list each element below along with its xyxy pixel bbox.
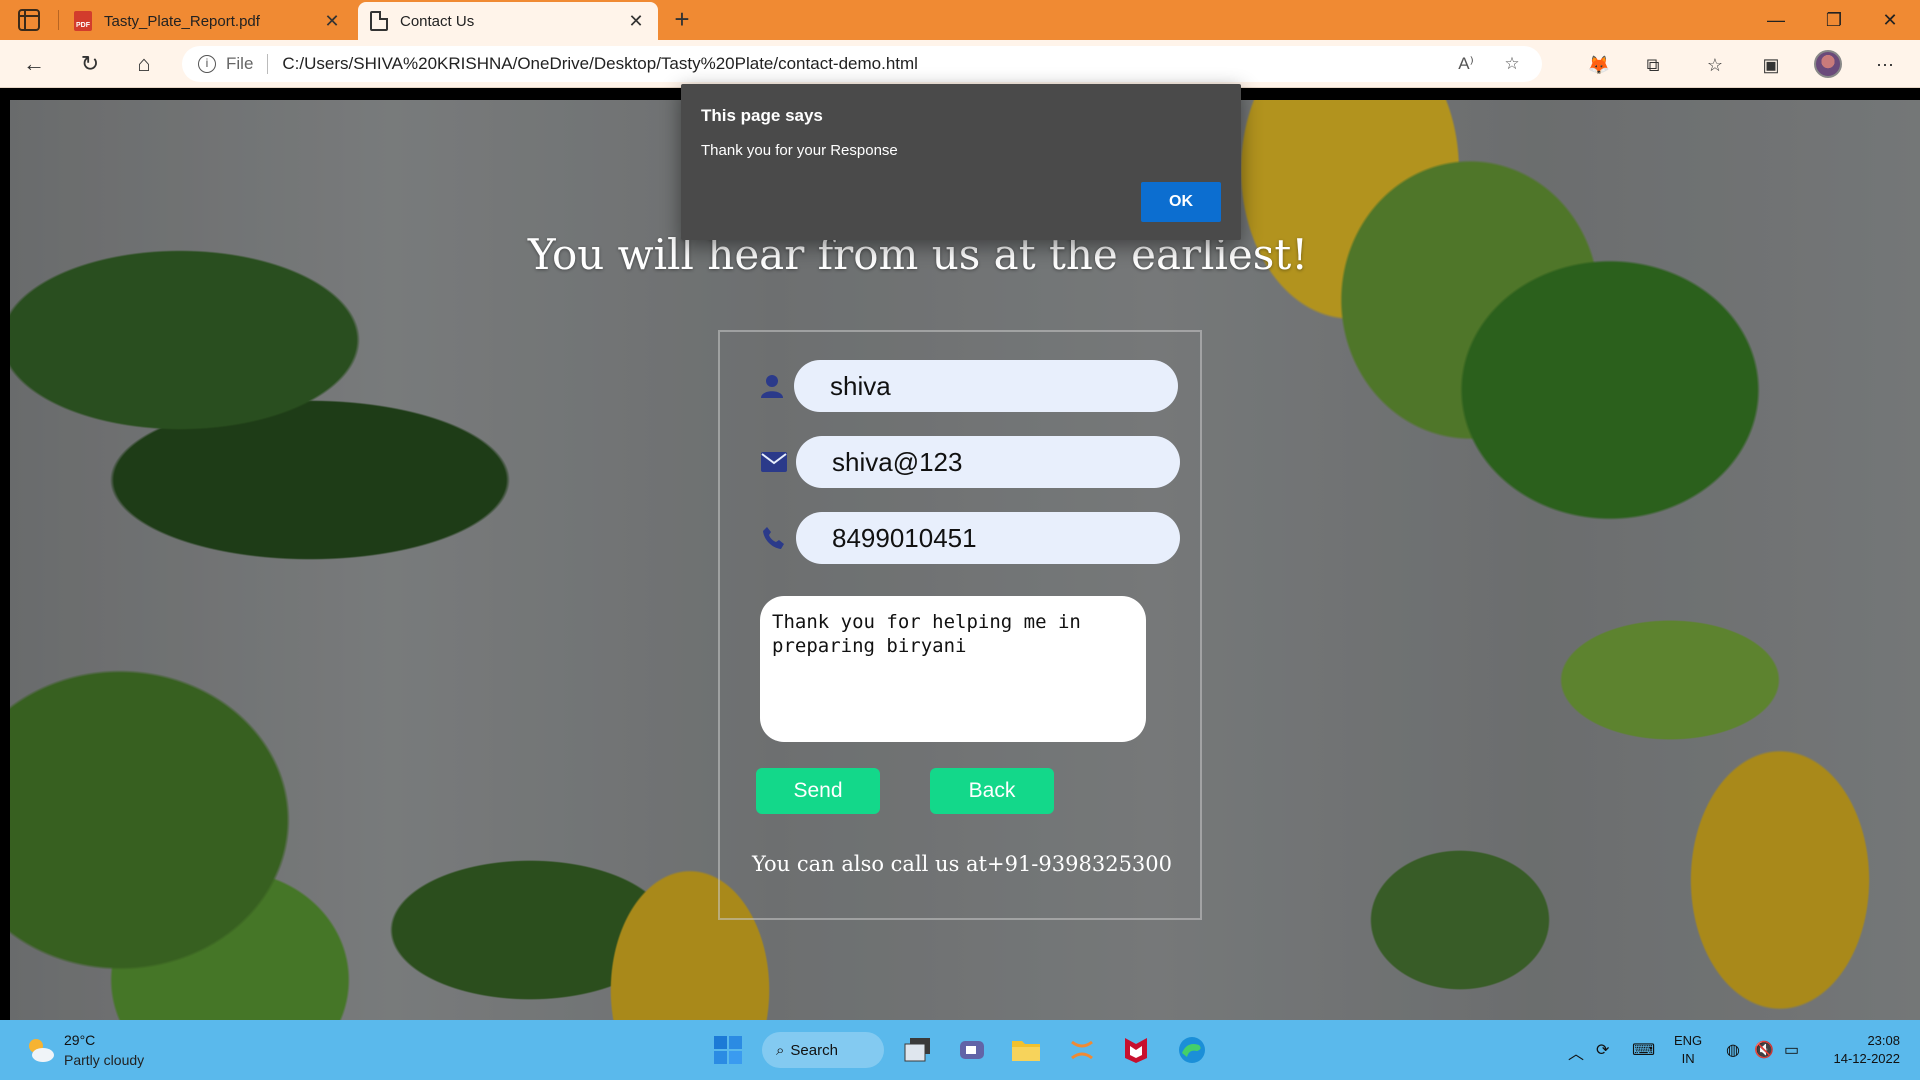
read-aloud-icon[interactable]: A⁾ — [1452, 50, 1480, 78]
clock-time: 23:08 — [1867, 1033, 1900, 1048]
tab-actions-icon[interactable] — [18, 9, 40, 31]
refresh-icon[interactable]: ↻ — [74, 48, 106, 80]
email-input[interactable] — [796, 436, 1180, 488]
scheme-label: File — [226, 54, 254, 73]
phone-row — [760, 512, 1180, 564]
task-view-icon[interactable] — [898, 1030, 938, 1070]
phone-input[interactable] — [796, 512, 1180, 564]
keyboard-icon[interactable]: ⌨ — [1632, 1040, 1655, 1060]
network-globe-icon[interactable]: ◍ — [1726, 1040, 1740, 1060]
close-tab-icon[interactable]: ✕ — [322, 11, 342, 32]
home-icon[interactable]: ⌂ — [128, 48, 160, 80]
back-button[interactable]: Back — [930, 768, 1054, 814]
tab-title: Tasty_Plate_Report.pdf — [104, 12, 260, 30]
language-top: ENG — [1674, 1033, 1703, 1048]
mcafee-icon[interactable] — [1116, 1030, 1156, 1070]
taskbar-search[interactable]: ⌕ Search — [762, 1032, 884, 1068]
teams-chat-icon[interactable] — [952, 1030, 992, 1070]
email-row — [760, 436, 1180, 488]
new-tab-button[interactable]: + — [666, 4, 698, 36]
start-icon[interactable] — [708, 1030, 748, 1070]
app-icon[interactable] — [1062, 1030, 1102, 1070]
metamask-extension-icon[interactable]: 🦊 — [1584, 50, 1614, 80]
address-separator — [267, 54, 269, 74]
file-explorer-icon[interactable] — [1006, 1030, 1046, 1070]
browser-toolbar: ← ↻ ⌂ i File C:/Users/SHIVA%20KRISHNA/On… — [0, 40, 1920, 88]
collections-icon[interactable]: ▣ — [1756, 50, 1786, 80]
sync-icon[interactable]: ⟳ — [1596, 1040, 1609, 1060]
profile-avatar[interactable] — [1814, 50, 1842, 78]
url-text[interactable]: C:/Users/SHIVA%20KRISHNA/OneDrive/Deskto… — [282, 54, 1434, 74]
tab-title: Contact Us — [400, 12, 475, 30]
call-us-text: You can also call us at+91-9398325300 — [751, 852, 1173, 876]
close-window-button[interactable]: ✕ — [1862, 0, 1918, 40]
language-indicator[interactable]: ENG IN — [1674, 1032, 1702, 1068]
favorites-icon[interactable]: ☆ — [1700, 50, 1730, 80]
taskbar: 29°C Partly cloudy ⌕ Search ︿ ⟳ ⌨ ENG IN… — [0, 1020, 1920, 1080]
dialog-title: This page says — [701, 106, 823, 125]
contact-form: Thank you for helping me in preparing bi… — [718, 330, 1202, 920]
search-label: Search — [790, 1041, 838, 1059]
alert-dialog: This page says Thank you for your Respon… — [681, 84, 1241, 240]
extensions-icon[interactable]: ⧉ — [1638, 50, 1668, 80]
tab-contact-us[interactable]: Contact Us ✕ — [358, 2, 658, 40]
minimize-button[interactable]: — — [1748, 0, 1804, 40]
info-icon[interactable]: i — [198, 55, 216, 73]
language-bottom: IN — [1681, 1051, 1695, 1066]
envelope-icon — [760, 448, 788, 476]
back-arrow-icon[interactable]: ← — [18, 48, 50, 80]
more-menu-icon[interactable]: ⋯ — [1870, 50, 1900, 80]
dialog-message: Thank you for your Response — [701, 142, 898, 159]
tab-divider — [58, 10, 59, 30]
clock[interactable]: 23:08 14-12-2022 — [1826, 1032, 1901, 1068]
show-hidden-icons-icon[interactable]: ︿ — [1568, 1040, 1584, 1064]
phone-icon — [760, 524, 788, 552]
close-tab-icon[interactable]: ✕ — [626, 11, 646, 32]
add-favorite-icon[interactable]: ☆ — [1498, 50, 1526, 78]
edge-browser-icon[interactable] — [1172, 1030, 1212, 1070]
tab-pdf-report[interactable]: PDF Tasty_Plate_Report.pdf ✕ — [62, 2, 354, 40]
message-textarea[interactable]: Thank you for helping me in preparing bi… — [760, 596, 1146, 742]
name-row — [758, 360, 1178, 412]
name-input[interactable] — [794, 360, 1178, 412]
page-icon — [370, 11, 388, 31]
ok-button[interactable]: OK — [1141, 182, 1221, 222]
send-button[interactable]: Send — [756, 768, 880, 814]
address-bar[interactable]: i File C:/Users/SHIVA%20KRISHNA/OneDrive… — [182, 46, 1542, 82]
speaker-muted-icon[interactable]: 🔇 — [1754, 1040, 1774, 1060]
clock-date: 14-12-2022 — [1833, 1051, 1901, 1066]
search-icon: ⌕ — [776, 1041, 785, 1059]
restore-button[interactable]: ❐ — [1806, 0, 1862, 40]
partly-cloudy-icon[interactable] — [24, 1034, 56, 1066]
battery-icon[interactable]: ▭ — [1784, 1040, 1799, 1060]
pdf-icon: PDF — [74, 11, 92, 31]
tab-bar: PDF Tasty_Plate_Report.pdf ✕ Contact Us … — [0, 0, 1920, 40]
user-icon — [758, 372, 786, 400]
weather-temperature[interactable]: 29°C — [64, 1032, 95, 1048]
weather-description[interactable]: Partly cloudy — [64, 1052, 144, 1068]
